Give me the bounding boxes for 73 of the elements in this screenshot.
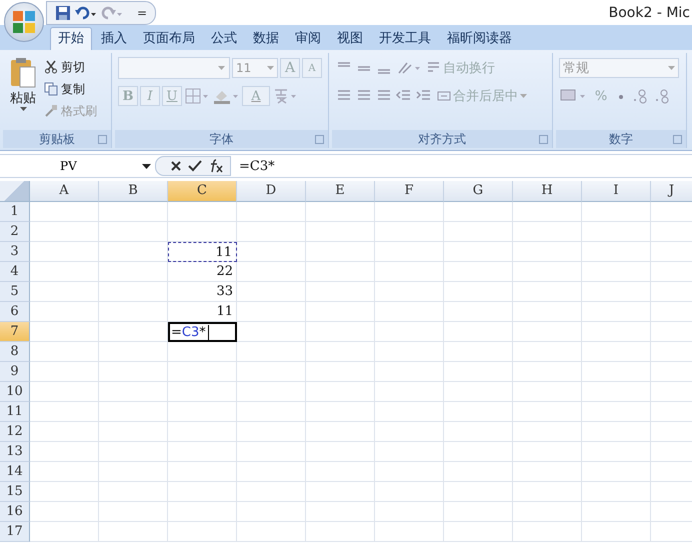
column-header[interactable]: J [651, 181, 692, 202]
ribbon-tab[interactable]: 福昕阅读器 [440, 28, 519, 50]
row-header[interactable]: 5 [0, 282, 30, 302]
column-header[interactable]: B [99, 181, 168, 202]
row-header[interactable]: 12 [0, 422, 30, 442]
ribbon-tab[interactable]: 开始 [50, 27, 92, 50]
active-cell[interactable]: =C3* [168, 322, 237, 342]
row-header[interactable]: 17 [0, 522, 30, 542]
ribbon-tab[interactable]: 公式 [204, 28, 244, 50]
copy-icon [44, 82, 58, 96]
row-header[interactable]: 1 [0, 202, 30, 222]
column-header[interactable]: I [582, 181, 651, 202]
window-title: Book2 - Mic [608, 4, 690, 20]
brush-icon [44, 104, 58, 118]
table-cell: 11 [168, 242, 237, 262]
select-all-button[interactable] [0, 181, 30, 202]
cancel-icon[interactable] [170, 160, 182, 172]
name-box[interactable]: PV [0, 156, 155, 176]
customize-toolbar-icon[interactable]: = [137, 6, 148, 20]
column-header[interactable]: G [444, 181, 513, 202]
column-header[interactable]: E [306, 181, 375, 202]
row-header[interactable]: 11 [0, 402, 30, 422]
dropdown-arrow-icon [668, 66, 675, 70]
office-logo-icon [11, 9, 37, 35]
save-icon[interactable] [55, 4, 71, 20]
row-header[interactable]: 7 [0, 322, 30, 342]
group-label: 对齐方式 [418, 130, 466, 148]
scissors-icon [44, 60, 58, 74]
dropdown-arrow-icon [20, 107, 26, 111]
insert-function-icon[interactable] [208, 159, 224, 173]
wrap-text-icon [427, 61, 441, 75]
enter-icon[interactable] [188, 160, 202, 172]
row-header[interactable]: 14 [0, 462, 30, 482]
dropdown-arrow-icon[interactable] [142, 164, 151, 168]
table-cell-text: 22 [215, 263, 234, 281]
clipboard-button[interactable]: 复制 [42, 79, 99, 99]
group-label: 字体 [210, 130, 234, 148]
row-header[interactable]: 6 [0, 302, 30, 322]
ribbon-tab[interactable]: 视图 [330, 28, 370, 50]
ribbon-tab[interactable]: 页面布局 [136, 28, 202, 50]
row-header[interactable]: 4 [0, 262, 30, 282]
row-header[interactable]: 15 [0, 482, 30, 502]
table-cell-text: 11 [215, 303, 234, 321]
paste-button[interactable]: 粘贴 [6, 57, 40, 126]
row-header[interactable]: 8 [0, 342, 30, 362]
dialog-launcher-icon[interactable] [98, 135, 107, 144]
undo-icon[interactable] [75, 4, 97, 20]
clipboard-icon [10, 57, 36, 89]
row-header[interactable]: 13 [0, 442, 30, 462]
column-header[interactable]: A [30, 181, 99, 202]
column-header[interactable]: F [375, 181, 444, 202]
formula-field[interactable]: =C3* [231, 158, 692, 174]
merge-cells-icon [437, 89, 451, 103]
table-cell-text: 33 [215, 283, 234, 301]
group-label: 数字 [609, 130, 633, 148]
dropdown-arrow-icon [520, 94, 527, 98]
row-header[interactable]: 10 [0, 382, 30, 402]
row-header[interactable]: 16 [0, 502, 30, 522]
row-header[interactable]: 9 [0, 362, 30, 382]
ribbon-tab[interactable]: 开发工具 [372, 28, 438, 50]
clipboard-button[interactable]: 剪切 [42, 57, 99, 77]
office-button[interactable] [4, 2, 44, 42]
row-header[interactable]: 2 [0, 222, 30, 242]
column-header[interactable]: C [168, 181, 237, 202]
ribbon-tab[interactable]: 审阅 [288, 28, 328, 50]
group-label: 剪贴板 [39, 130, 75, 148]
ribbon-tab[interactable]: 数据 [246, 28, 286, 50]
dropdown-arrow-icon [267, 66, 274, 70]
ribbon-tab[interactable]: 插入 [94, 28, 134, 50]
row-header[interactable]: 3 [0, 242, 30, 262]
column-header[interactable]: H [513, 181, 582, 202]
dropdown-arrow-icon [218, 66, 225, 70]
column-header[interactable]: D [237, 181, 306, 202]
